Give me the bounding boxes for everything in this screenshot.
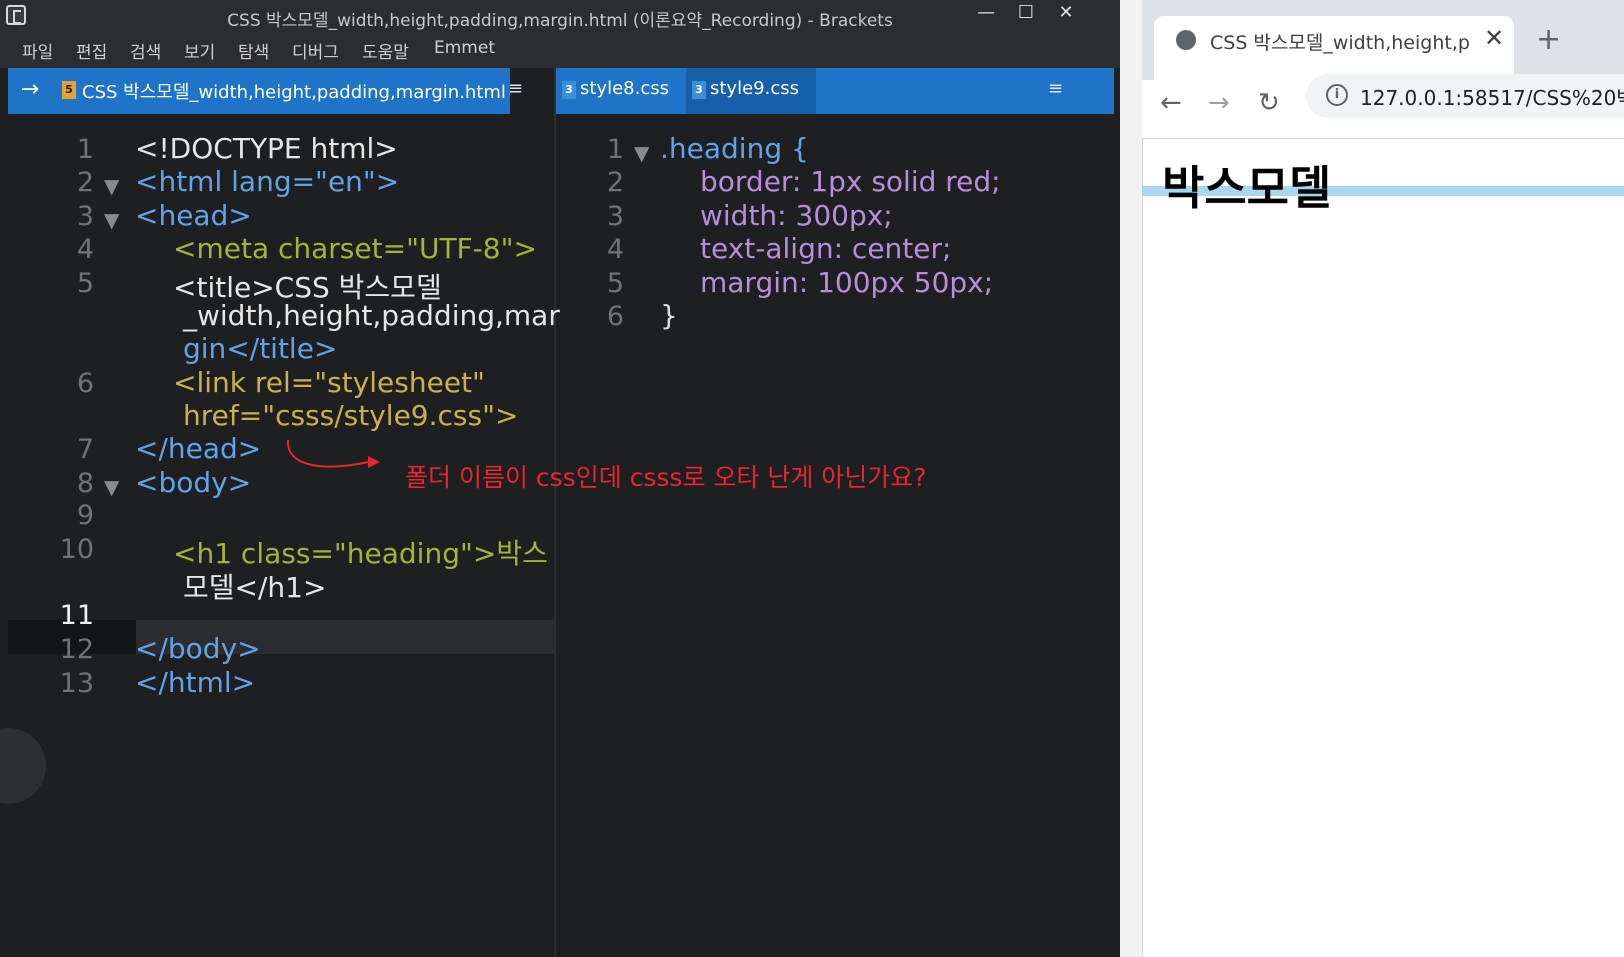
line-number: 4 [76,234,94,265]
line-number: 3 [606,201,624,232]
tab-style9-css[interactable]: 3 style9.css [686,68,816,114]
menu-bar: 파일 편집 검색 보기 탐색 디버그 도움말 Emmet [0,34,1120,68]
tab-style8-css[interactable]: 3 style8.css [556,68,686,114]
tab-html-file[interactable]: 5 CSS 박스모델_width,height,padding,margin.h… [52,68,510,114]
code-line: .heading { [660,132,809,165]
line-number: 9 [76,500,94,531]
code-line: border: 1px solid red; [700,165,1001,198]
css3-icon: 3 [692,81,706,99]
maximize-button[interactable]: ☐ [1006,0,1046,30]
code-line: <body> [135,466,252,499]
menu-help[interactable]: 도움말 [362,38,409,63]
reload-button[interactable]: ↻ [1258,88,1280,118]
line-number: 2 [76,167,94,198]
code-line: <!DOCTYPE html> [135,132,398,165]
close-button[interactable]: ✕ [1046,0,1086,30]
menu-navigate[interactable]: 탐색 [238,38,269,63]
line-number: 12 [59,634,94,665]
fold-arrow-icon[interactable]: ▼ [634,141,649,165]
minimize-button[interactable]: — [966,0,1006,30]
line-number: 10 [59,534,94,565]
code-line: text-align: center; [700,232,952,265]
new-tab-button[interactable]: + [1536,22,1561,57]
line-number: 6 [76,368,94,399]
line-number: 2 [606,167,624,198]
html5-icon: 5 [62,81,76,99]
menu-emmet[interactable]: Emmet [434,38,495,58]
tab-close-icon[interactable]: ✕ [1484,24,1504,52]
annotation-arrow-icon [286,439,380,468]
css3-icon: 3 [562,81,576,99]
code-line: </html> [135,666,256,699]
code-line: href="csss/style9.css"> [183,399,519,432]
tab-style9-label: style9.css [710,78,799,99]
code-line: width: 300px; [700,199,893,232]
code-line: <meta charset="UTF-8"> [173,232,537,265]
line-number: 1 [606,134,624,165]
line-number: 5 [606,268,624,299]
menu-file[interactable]: 파일 [22,38,53,63]
line-number: 4 [606,234,624,265]
brackets-window: CSS 박스모델_width,height,padding,margin.htm… [0,0,1120,957]
tab-html-file-label: CSS 박스모델_width,height,padding,margin.htm… [82,82,506,103]
site-info-icon[interactable]: i [1326,84,1348,106]
annotation-note: 폴더 이름이 css인데 csss로 오타 난게 아닌가요? [405,463,927,492]
fold-arrow-icon[interactable]: ▼ [104,475,119,499]
line-number: 1 [76,134,94,165]
title-bar: CSS 박스모델_width,height,padding,margin.htm… [0,0,1120,34]
menu-find[interactable]: 검색 [130,38,161,63]
browser-window [1120,0,1624,957]
right-pane-menu-icon[interactable]: ≡ [1048,78,1063,99]
url-text[interactable]: 127.0.0.1:58517/CSS%20박스 [1360,82,1624,111]
line-number: 8 [76,468,94,499]
tab-style8-label: style8.css [580,78,669,99]
fold-arrow-icon[interactable]: ▼ [104,174,119,198]
forward-button[interactable]: → [1208,88,1230,118]
code-line: gin</title> [183,332,338,365]
menu-view[interactable]: 보기 [184,38,215,63]
code-line: margin: 100px 50px; [700,266,994,299]
line-number-current: 11 [59,600,94,631]
code-line: </body> [135,632,261,665]
page-heading: 박스모델 [1162,161,1332,215]
code-line: <html lang="en"> [135,165,400,198]
menu-edit[interactable]: 편집 [76,38,107,63]
code-line: <link rel="stylesheet" [173,366,485,399]
fold-arrow-icon[interactable]: ▼ [104,208,119,232]
code-line: } [660,299,678,332]
code-line: <head> [135,199,252,232]
line-number: 3 [76,201,94,232]
line-number: 5 [76,268,94,299]
menu-debug[interactable]: 디버그 [292,38,339,63]
code-line: 모델</h1> [183,571,327,604]
window-title: CSS 박스모델_width,height,padding,margin.htm… [227,11,893,31]
code-line: _width,height,padding,mar [183,299,560,332]
background-window-edge [1120,0,1143,957]
back-button[interactable]: ← [1160,88,1182,118]
code-line: </head> [135,432,262,465]
sidebar-toggle-arrow-icon[interactable]: → [8,68,52,114]
line-number: 7 [76,434,94,465]
globe-icon [1176,30,1196,50]
left-pane-menu-icon[interactable]: ≡ [508,78,523,99]
line-number: 6 [606,301,624,332]
browser-tab-title: CSS 박스모델_width,height,padd [1210,32,1470,54]
line-number: 13 [59,668,94,699]
